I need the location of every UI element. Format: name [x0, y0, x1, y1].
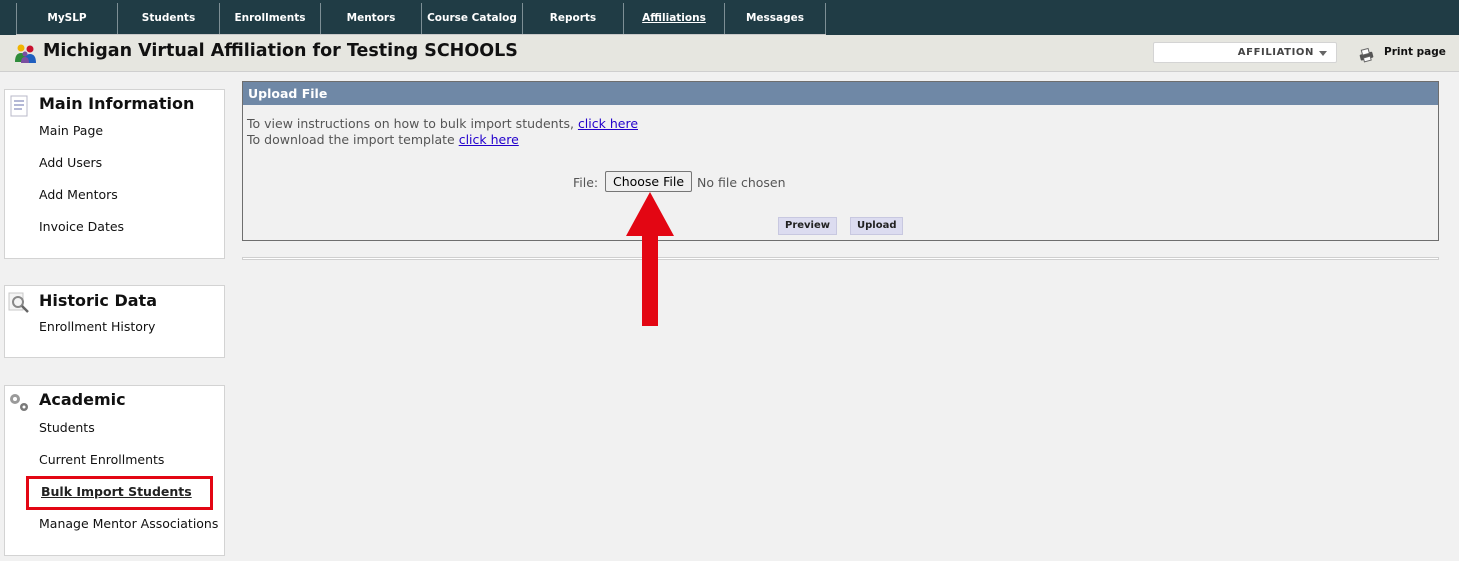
template-line: To download the import template click he…: [247, 132, 519, 147]
sidebar-item-manage-mentor-associations[interactable]: Manage Mentor Associations: [39, 516, 218, 531]
template-text: To download the import template: [247, 132, 455, 147]
preview-button[interactable]: Preview: [778, 217, 838, 235]
sidebar-panel-main-information: Main Information Main Page Add Users Add…: [4, 89, 225, 259]
upload-file-heading: Upload File: [243, 82, 1438, 105]
title-bar: Michigan Virtual Affiliation for Testing…: [0, 35, 1459, 72]
print-icon[interactable]: [1358, 47, 1376, 63]
red-arrow-up-icon: [626, 192, 674, 326]
choose-file-button[interactable]: Choose File: [605, 171, 692, 192]
content-divider: [242, 257, 1439, 260]
sidebar-title-academic: Academic: [39, 390, 126, 409]
gears-icon: [10, 394, 28, 411]
sidebar-title-historic-data: Historic Data: [39, 291, 157, 310]
instructions-line: To view instructions on how to bulk impo…: [247, 116, 638, 131]
sidebar-panel-academic: Academic Students Current Enrollments Bu…: [4, 385, 225, 556]
nav-tab-course-catalog[interactable]: Course Catalog: [422, 3, 523, 34]
affiliation-dropdown[interactable]: AFFILIATION: [1153, 42, 1337, 63]
sidebar-title-main-information: Main Information: [39, 94, 195, 113]
sidebar-item-students[interactable]: Students: [39, 420, 95, 435]
nav-tab-myslp[interactable]: MySLP: [16, 3, 118, 34]
instructions-link[interactable]: click here: [578, 116, 638, 131]
nav-tab-students[interactable]: Students: [118, 3, 220, 34]
sidebar-item-main-page[interactable]: Main Page: [39, 123, 103, 138]
sidebar-item-current-enrollments[interactable]: Current Enrollments: [39, 452, 164, 467]
file-label: File:: [573, 175, 599, 190]
nav-tab-mentors[interactable]: Mentors: [321, 3, 422, 34]
upload-file-panel: Upload File To view instructions on how …: [242, 81, 1439, 241]
nav-tab-enrollments[interactable]: Enrollments: [220, 3, 321, 34]
nav-tab-messages[interactable]: Messages: [725, 3, 826, 34]
document-list-icon: [10, 95, 28, 117]
template-link[interactable]: click here: [459, 132, 519, 147]
top-navigation-bar: MySLP Students Enrollments Mentors Cours…: [0, 0, 1459, 35]
sidebar-item-add-users[interactable]: Add Users: [39, 155, 102, 170]
nav-tab-reports[interactable]: Reports: [523, 3, 624, 34]
sidebar-item-invoice-dates[interactable]: Invoice Dates: [39, 219, 124, 234]
sidebar-item-add-mentors[interactable]: Add Mentors: [39, 187, 118, 202]
page-title: Michigan Virtual Affiliation for Testing…: [43, 41, 518, 61]
sidebar-panel-historic-data: Historic Data Enrollment History: [4, 285, 225, 358]
file-status: No file chosen: [697, 175, 786, 190]
nav-tab-affiliations[interactable]: Affiliations: [624, 3, 725, 34]
magnifier-icon: [8, 292, 29, 313]
affiliation-people-icon: [15, 44, 36, 63]
annotation-highlight-box: [26, 476, 213, 510]
affiliation-dropdown-value: AFFILIATION: [1237, 47, 1314, 58]
chevron-down-icon: [1319, 51, 1327, 56]
print-page-link[interactable]: Print page: [1384, 46, 1446, 58]
sidebar-item-enrollment-history[interactable]: Enrollment History: [39, 319, 155, 334]
upload-button[interactable]: Upload: [850, 217, 904, 235]
instructions-text: To view instructions on how to bulk impo…: [247, 116, 574, 131]
